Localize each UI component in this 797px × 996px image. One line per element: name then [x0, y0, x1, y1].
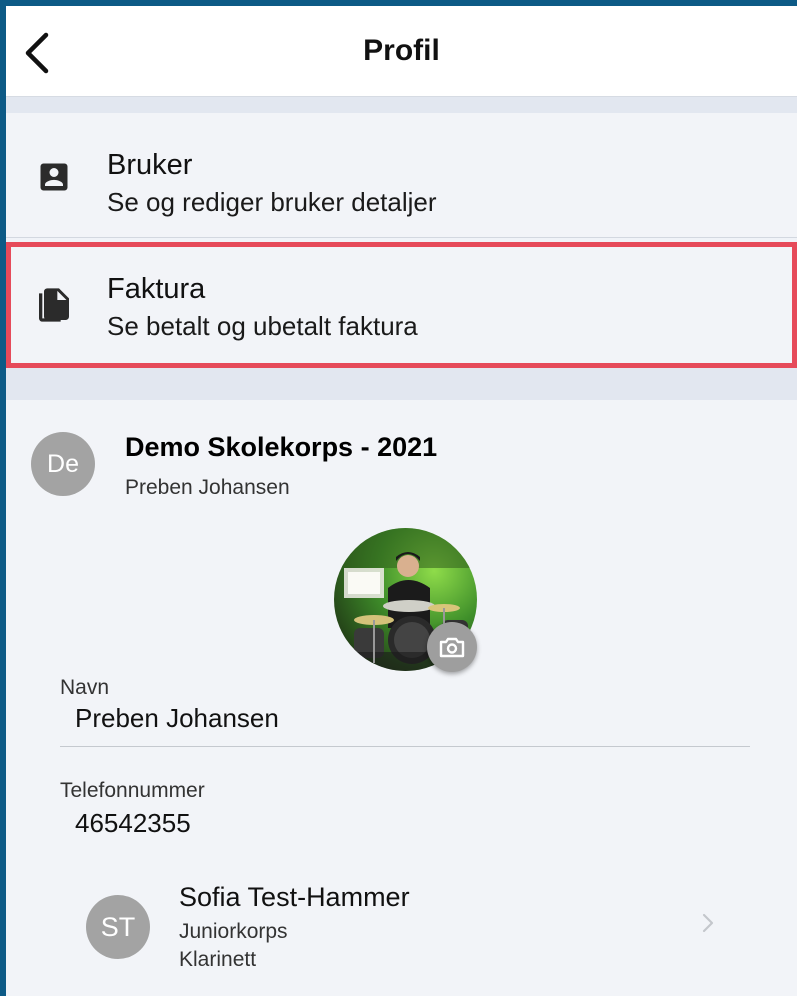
organization-avatar: De: [31, 432, 95, 496]
menu-item-faktura[interactable]: Faktura Se betalt og ubetalt faktura: [6, 242, 797, 368]
member-row[interactable]: ST Sofia Test-Hammer Juniorkorps Klarine…: [6, 872, 797, 982]
profile-screen: Profil Bruker Se og rediger bruker detal…: [6, 6, 797, 996]
member-group: Juniorkorps: [179, 920, 288, 943]
divider: [6, 237, 797, 238]
menu-item-title: Bruker: [107, 149, 193, 181]
menu-item-bruker[interactable]: Bruker Se og rediger bruker detaljer: [6, 113, 797, 237]
member-avatar: ST: [86, 895, 150, 959]
phone-label: Telefonnummer: [60, 779, 205, 802]
member-name: Sofia Test-Hammer: [179, 882, 410, 912]
documents-icon: [34, 285, 74, 325]
organization-user: Preben Johansen: [125, 476, 290, 499]
phone-value[interactable]: 46542355: [75, 808, 191, 839]
organization-name: Demo Skolekorps - 2021: [125, 432, 438, 462]
chevron-right-icon: [702, 913, 714, 933]
section-spacer: [6, 368, 797, 400]
name-underline: [60, 746, 750, 747]
camera-icon: [439, 637, 465, 658]
member-instrument: Klarinett: [179, 948, 257, 971]
menu-item-subtitle: Se betalt og ubetalt faktura: [107, 311, 418, 341]
change-photo-button[interactable]: [427, 622, 477, 672]
page-title: Profil: [363, 34, 440, 67]
navigation-bar: Profil: [6, 6, 797, 97]
account-box-icon: [34, 157, 74, 197]
name-value[interactable]: Preben Johansen: [75, 703, 279, 734]
name-label: Navn: [60, 676, 110, 699]
menu-item-subtitle: Se og rediger bruker detaljer: [107, 187, 437, 217]
section-spacer: [6, 97, 797, 113]
menu-item-title: Faktura: [107, 273, 206, 305]
